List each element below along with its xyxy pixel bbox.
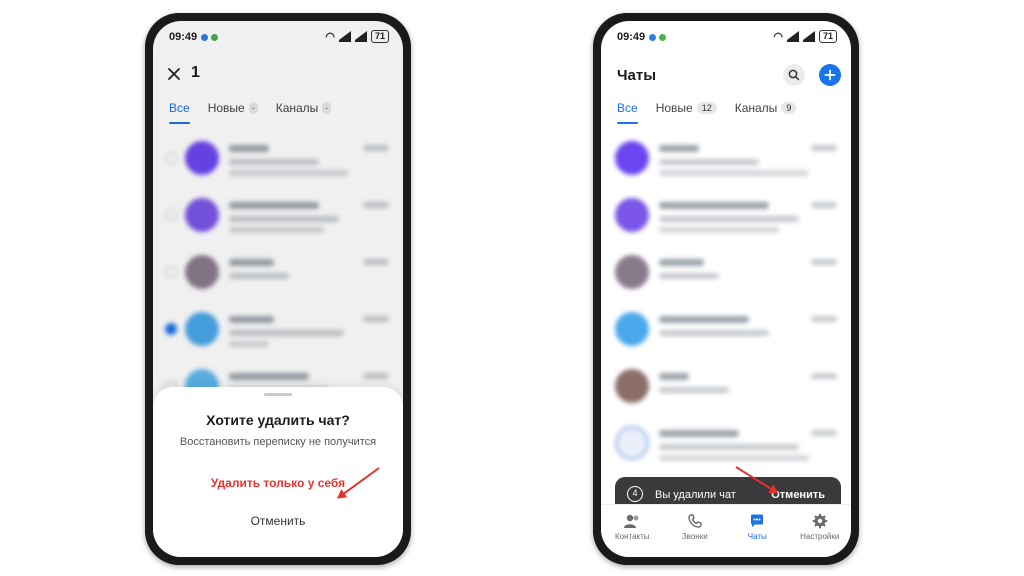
left-screen: 09:49 ◠ 71 1 Все Новые · Каналы · Хотите… bbox=[153, 21, 403, 557]
list-item[interactable] bbox=[601, 416, 851, 473]
chat-icon bbox=[751, 514, 764, 527]
tab-channels-badge: 9 bbox=[781, 102, 797, 114]
sheet-handle[interactable] bbox=[264, 393, 292, 396]
avatar bbox=[615, 198, 649, 232]
list-item[interactable] bbox=[601, 245, 851, 302]
page-title: Чаты bbox=[617, 67, 657, 84]
nav-contacts[interactable]: Контакты bbox=[601, 505, 664, 557]
battery-icon: 71 bbox=[818, 30, 837, 43]
dialog-subtitle: Восстановить переписку не получится bbox=[179, 436, 377, 448]
bottom-nav: Контакты Звонки Чаты Настройки bbox=[601, 504, 851, 557]
nav-calls[interactable]: Звонки bbox=[664, 505, 727, 557]
tab-new-label: Новые bbox=[655, 101, 693, 115]
chat-list bbox=[601, 131, 851, 473]
undo-countdown: 4 bbox=[627, 486, 643, 502]
nav-chats-label: Чаты bbox=[747, 532, 767, 541]
cancel-button[interactable]: Отменить bbox=[153, 514, 403, 528]
signal-icon bbox=[786, 31, 799, 42]
status-bar: 09:49 ◠ 71 bbox=[601, 21, 851, 49]
contacts-icon bbox=[624, 514, 639, 528]
tab-channels-label: Каналы bbox=[734, 101, 778, 115]
list-item[interactable] bbox=[601, 131, 851, 188]
nav-settings[interactable]: Настройки bbox=[789, 505, 852, 557]
dialog-title: Хотите удалить чат? bbox=[206, 412, 350, 428]
phone-icon bbox=[688, 514, 702, 528]
status-time: 09:49 bbox=[617, 31, 646, 43]
tab-new-badge: 12 bbox=[696, 102, 717, 114]
tab-channels[interactable]: Каналы 9 bbox=[735, 101, 797, 115]
signal-icon-2 bbox=[802, 31, 815, 42]
delete-dialog: Хотите удалить чат? Восстановить перепис… bbox=[153, 387, 403, 557]
search-icon[interactable] bbox=[783, 64, 805, 86]
right-phone: 09:49 ◠ 71 Чаты Все Новые 12 Каналы 9 4 … bbox=[593, 13, 859, 565]
nav-settings-label: Настройки bbox=[800, 532, 840, 541]
left-phone: 09:49 ◠ 71 1 Все Новые · Каналы · Хотите… bbox=[145, 13, 411, 565]
toast-message: Вы удалили чат bbox=[655, 489, 736, 501]
right-screen: 09:49 ◠ 71 Чаты Все Новые 12 Каналы 9 4 … bbox=[601, 21, 851, 557]
list-item[interactable] bbox=[601, 359, 851, 416]
avatar bbox=[615, 369, 649, 403]
nav-calls-label: Звонки bbox=[681, 532, 708, 541]
avatar bbox=[615, 141, 649, 175]
list-item[interactable] bbox=[601, 302, 851, 359]
list-item[interactable] bbox=[601, 188, 851, 245]
status-right: ◠ 71 bbox=[773, 30, 837, 43]
nav-chats[interactable]: Чаты bbox=[726, 505, 789, 557]
notification-icons bbox=[649, 32, 669, 44]
wifi-icon: ◠ bbox=[773, 31, 783, 43]
tab-all-label: Все bbox=[617, 101, 638, 115]
tab-new[interactable]: Новые 12 bbox=[656, 101, 717, 115]
gear-icon bbox=[812, 513, 827, 529]
avatar bbox=[615, 255, 649, 289]
plus-icon[interactable] bbox=[819, 64, 841, 86]
nav-contacts-label: Контакты bbox=[614, 532, 650, 541]
avatar bbox=[615, 312, 649, 346]
tab-all[interactable]: Все bbox=[617, 101, 638, 124]
avatar bbox=[615, 426, 649, 460]
chat-tabs: Все Новые 12 Каналы 9 bbox=[617, 101, 797, 124]
